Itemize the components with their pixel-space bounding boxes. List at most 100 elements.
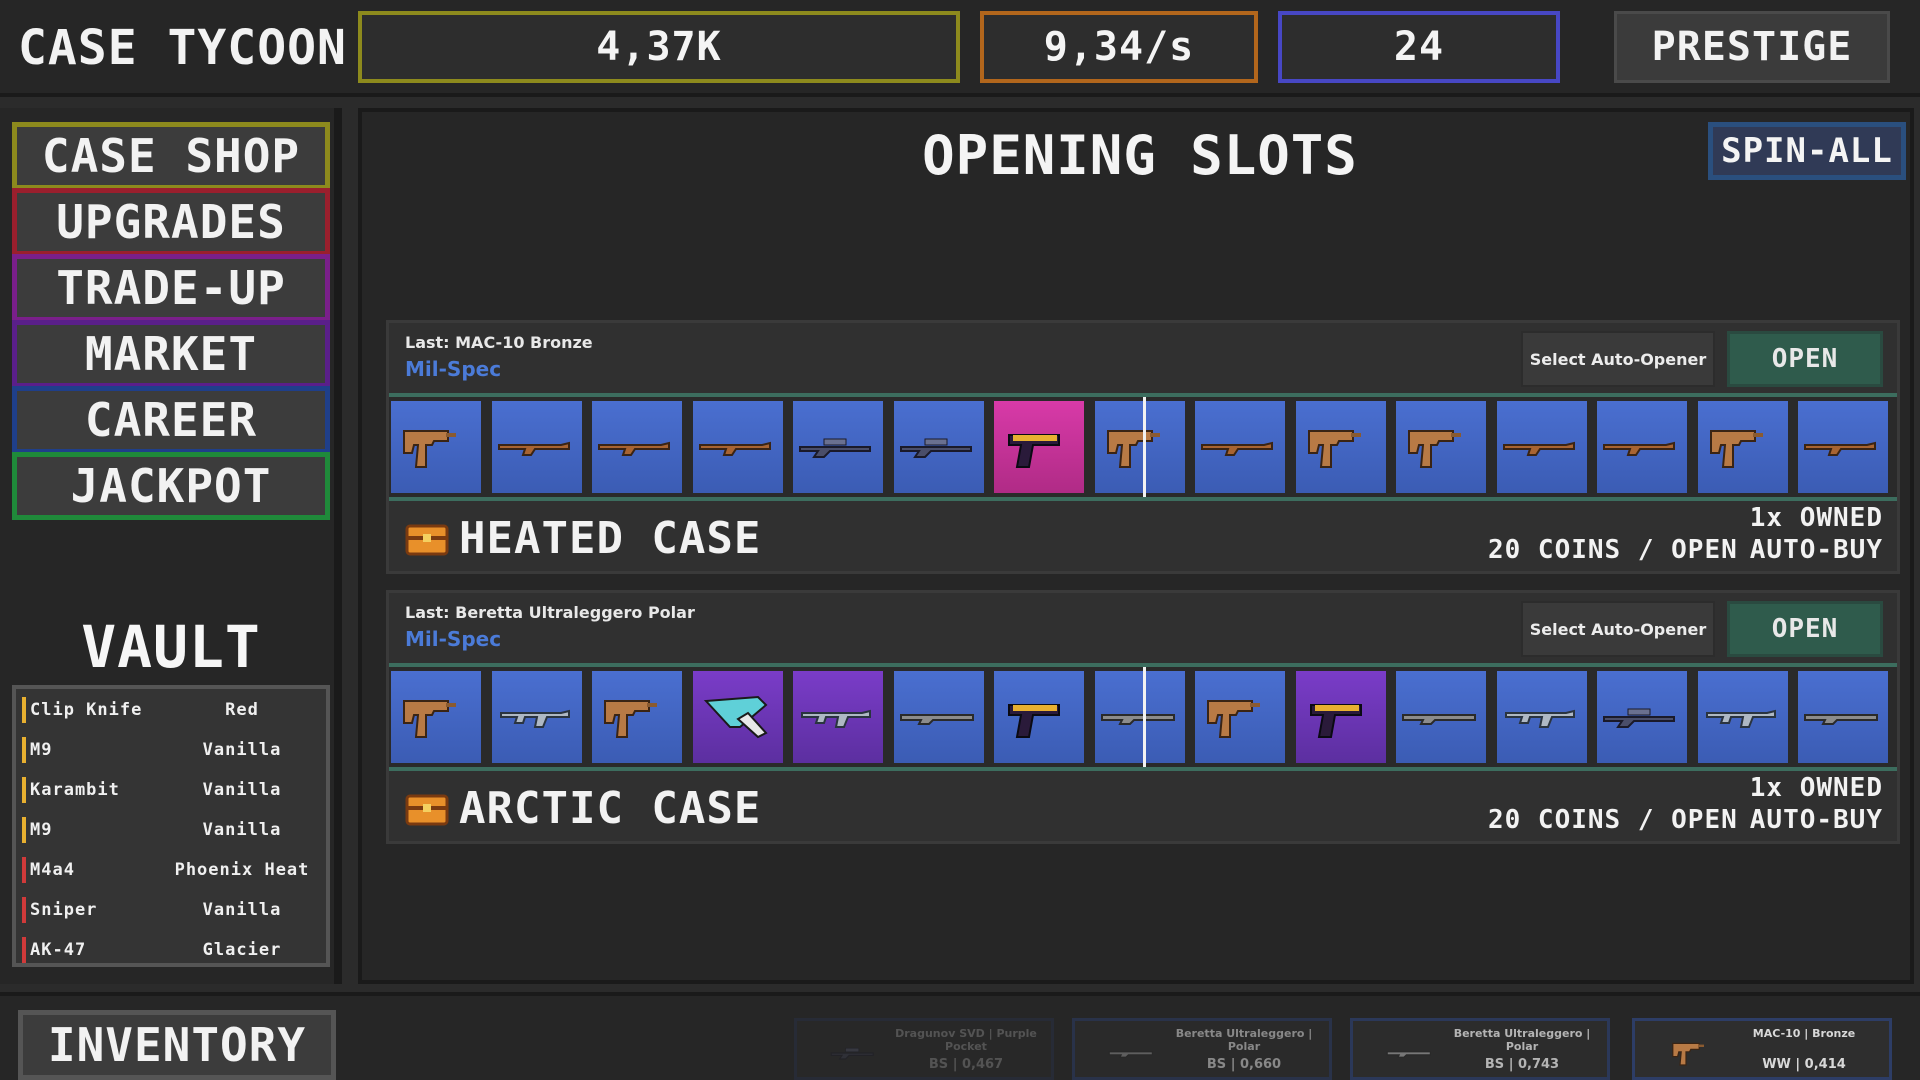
spin-marker <box>1143 397 1146 497</box>
smg-icon <box>1107 430 1160 468</box>
rarity-bar <box>22 817 26 843</box>
recent-drop-card[interactable]: Beretta Ultraleggero | Polar BS | 0,660 <box>1072 1018 1332 1080</box>
owned-count: 1x OWNED <box>1749 503 1883 533</box>
rifle-icon <box>1804 441 1876 456</box>
knife-icon <box>703 695 768 739</box>
assault-rifle-icon <box>801 709 871 728</box>
vault-item[interactable]: M9 Vanilla <box>22 731 322 769</box>
owned-count: 1x OWNED <box>1749 773 1883 803</box>
market-button[interactable]: MARKET <box>12 320 330 388</box>
assault-rifle-icon <box>1505 709 1575 728</box>
sidebar: CASE SHOP UPGRADES TRADE-UP MARKET CAREE… <box>0 108 342 984</box>
open-case-button[interactable]: OPEN <box>1727 331 1883 387</box>
vault-item[interactable]: Karambit Vanilla <box>22 771 322 809</box>
item-slot <box>793 401 883 493</box>
smg-icon <box>1408 430 1461 468</box>
vault-item-name: M9 <box>30 740 53 760</box>
pistol-icon <box>1008 704 1060 738</box>
spin-marker <box>1143 667 1146 767</box>
spin-all-button[interactable]: SPIN-ALL <box>1708 122 1906 180</box>
inventory-button[interactable]: INVENTORY <box>18 1010 336 1080</box>
rarity-bar <box>22 737 26 763</box>
career-button[interactable]: CAREER <box>12 386 330 454</box>
item-slot <box>994 671 1084 763</box>
item-slot <box>592 671 682 763</box>
recent-drop-card[interactable]: Beretta Ultraleggero | Polar BS | 0,743 <box>1350 1018 1610 1080</box>
rifle-icon <box>1603 441 1675 456</box>
open-case-button[interactable]: OPEN <box>1727 601 1883 657</box>
pistol-icon <box>1008 434 1060 468</box>
select-auto-opener-button[interactable]: Select Auto-Opener <box>1521 331 1715 387</box>
rifle-icon <box>598 441 670 456</box>
shotgun-icon <box>1108 1051 1153 1058</box>
drop-wear: BS | 0,467 <box>928 1057 1004 1072</box>
item-slot <box>693 401 783 493</box>
chest-icon <box>405 794 449 825</box>
auto-buy-toggle[interactable]: AUTO-BUY <box>1750 805 1883 835</box>
price-row: 20 COINS / OPEN AUTO-BUY <box>1488 805 1883 835</box>
case-shop-button[interactable]: CASE SHOP <box>12 122 330 190</box>
sniper-icon <box>799 438 871 458</box>
item-slot <box>1698 671 1788 763</box>
vault-item-skin: Vanilla <box>202 780 282 800</box>
vault-item[interactable]: Sniper Vanilla <box>22 891 322 929</box>
trade-up-button[interactable]: TRADE-UP <box>12 254 330 322</box>
recent-drop-card[interactable]: MAC-10 | Bronze WW | 0,414 <box>1632 1018 1892 1080</box>
price-label: 20 COINS / OPEN <box>1487 535 1738 565</box>
jackpot-button[interactable]: JACKPOT <box>12 452 330 520</box>
rifle-icon <box>498 441 570 456</box>
rarity-bar <box>22 937 26 963</box>
vault-item[interactable]: AK-47 Glacier <box>22 931 322 963</box>
vault-item-name: Karambit <box>30 780 120 800</box>
item-slot <box>894 671 984 763</box>
select-auto-opener-button[interactable]: Select Auto-Opener <box>1521 601 1715 657</box>
vault-item[interactable]: Clip Knife Red <box>22 691 322 729</box>
item-slot <box>894 401 984 493</box>
case-slot-panel: Last: MAC-10 Bronze Mil-Spec Select Auto-O… <box>386 320 1900 574</box>
drop-name: MAC-10 | Bronze <box>1752 1027 1856 1040</box>
vault-item[interactable]: M4a4 Phoenix Heat <box>22 851 322 889</box>
item-slot <box>1798 671 1888 763</box>
vault-item[interactable]: M9 Vanilla <box>22 811 322 849</box>
drop-name: Dragunov SVD | Purple Pocket <box>895 1027 1037 1053</box>
last-drop-label: Last: Beretta Ultraleggero Polar <box>405 603 695 622</box>
rarity-bar <box>22 777 26 803</box>
smg-icon <box>1308 430 1361 468</box>
item-slot <box>1597 401 1687 493</box>
vault-list[interactable]: Clip Knife Red M9 Vanilla Karambit Vanilla M9 V… <box>12 685 330 967</box>
item-slot <box>793 671 883 763</box>
shotgun-icon <box>1402 714 1476 725</box>
case-name-row: HEATED CASE <box>405 513 761 564</box>
prestige-button[interactable]: PRESTIGE <box>1614 11 1890 83</box>
auto-buy-toggle[interactable]: AUTO-BUY <box>1750 535 1883 565</box>
drop-wear: BS | 0,660 <box>1206 1057 1282 1072</box>
vault-item-name: AK-47 <box>30 940 87 960</box>
level-counter: 24 <box>1278 11 1560 83</box>
vault-item-skin: Glacier <box>202 940 282 960</box>
shotgun-icon <box>900 714 974 725</box>
smg-icon <box>1710 430 1763 468</box>
case-name: HEATED CASE <box>459 513 762 564</box>
page-title: OPENING SLOTS <box>922 124 1358 187</box>
item-slot <box>1497 671 1587 763</box>
case-name-row: ARCTIC CASE <box>405 783 761 834</box>
upgrades-button[interactable]: UPGRADES <box>12 188 330 256</box>
rifle-icon <box>1503 441 1575 456</box>
case-name: ARCTIC CASE <box>459 783 762 834</box>
shotgun-icon <box>1804 714 1878 725</box>
rifle-icon <box>699 441 771 456</box>
smg-icon <box>1207 700 1260 738</box>
spin-strip <box>389 393 1897 501</box>
drop-wear: WW | 0,414 <box>1762 1057 1846 1072</box>
rifle-icon <box>1201 441 1273 456</box>
rarity-bar <box>22 857 26 883</box>
item-slot <box>1396 671 1486 763</box>
recent-drop-card[interactable]: Dragunov SVD | Purple Pocket BS | 0,467 <box>794 1018 1054 1080</box>
item-slot <box>1296 401 1386 493</box>
item-slot <box>1095 401 1185 493</box>
drop-name: Beretta Ultraleggero | Polar <box>1175 1027 1313 1053</box>
assault-rifle-icon <box>1706 709 1776 728</box>
assault-rifle-icon <box>500 709 570 728</box>
sniper-icon <box>900 438 972 458</box>
smg-icon <box>604 700 657 738</box>
